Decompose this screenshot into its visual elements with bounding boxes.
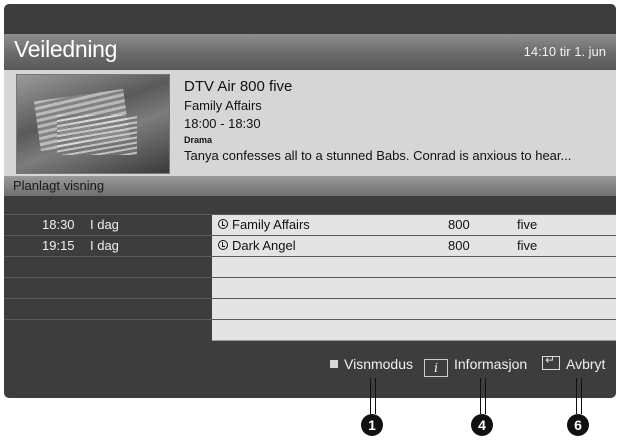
schedule-row[interactable] <box>4 319 616 341</box>
row-day: I dag <box>90 238 119 253</box>
cancel-label: Avbryt <box>566 356 606 372</box>
schedule-row[interactable] <box>4 277 616 299</box>
return-key-icon <box>542 353 560 370</box>
cancel-button[interactable]: Avbryt <box>542 353 606 372</box>
information-label: Informasjon <box>454 356 528 372</box>
callout-badge-4: 4 <box>471 414 493 436</box>
program-thumbnail <box>16 74 170 174</box>
row-day: I dag <box>90 217 119 232</box>
program-info-panel: DTV Air 800 five Family Affairs 18:00 - … <box>4 70 616 176</box>
schedule-list: 18:30 I dag Family Affairs 800 five 19:15 I … <box>4 214 616 341</box>
schedule-row[interactable]: 19:15 I dag Dark Angel 800 five <box>4 235 616 257</box>
row-channel-name: five <box>517 238 538 253</box>
schedule-title: Planlagt visning <box>13 178 105 193</box>
schedule-row[interactable] <box>4 298 616 320</box>
row-program: Dark Angel <box>232 238 296 253</box>
red-key-icon <box>330 360 338 368</box>
callout-badge-1: 1 <box>361 414 383 436</box>
clock: 14:10 tir 1. jun <box>523 44 606 59</box>
row-channel-number: 800 <box>448 217 470 232</box>
tv-screen: Veiledning 14:10 tir 1. jun DTV Air 800 … <box>4 4 616 398</box>
row-channel-number: 800 <box>448 238 470 253</box>
info-key-icon: i <box>424 359 448 377</box>
schedule-row[interactable] <box>4 256 616 278</box>
program-genre: Drama <box>184 135 213 145</box>
page-title: Veiledning <box>14 36 118 62</box>
channel-name: DTV Air 800 five <box>184 78 293 95</box>
row-time: 18:30 <box>42 217 75 232</box>
header-bar: Veiledning 14:10 tir 1. jun <box>4 34 616 70</box>
row-time: 19:15 <box>42 238 75 253</box>
program-title: Family Affairs <box>184 98 262 113</box>
view-mode-label: Visnmodus <box>344 356 414 372</box>
schedule-row[interactable]: 18:30 I dag Family Affairs 800 five <box>4 214 616 236</box>
row-channel-name: five <box>517 217 538 232</box>
row-program: Family Affairs <box>232 217 310 232</box>
footer-bar: Visnmodus i Informasjon Avbryt <box>4 353 616 380</box>
schedule-header: Planlagt visning <box>4 176 616 196</box>
clock-icon <box>218 219 228 229</box>
information-button[interactable]: i Informasjon <box>424 356 527 377</box>
program-description: Tanya confesses all to a stunned Babs. C… <box>184 148 572 163</box>
program-time: 18:00 - 18:30 <box>184 116 261 131</box>
callout-badge-6: 6 <box>567 414 589 436</box>
view-mode-button[interactable]: Visnmodus <box>330 356 413 372</box>
clock-icon <box>218 240 228 250</box>
